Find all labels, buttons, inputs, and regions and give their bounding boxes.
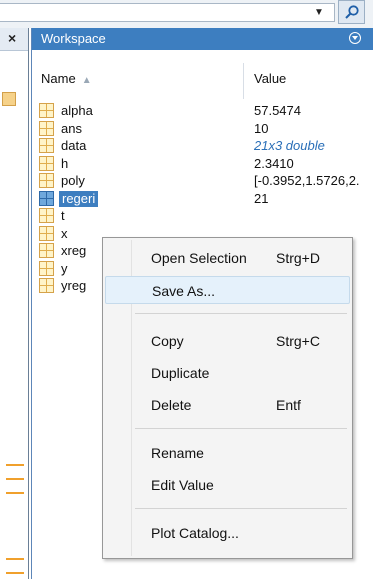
circle-chevron-down-icon[interactable] bbox=[349, 32, 361, 44]
variable-value: 57.5474 bbox=[254, 103, 301, 118]
menu-item-label: Rename bbox=[151, 445, 204, 461]
marker-line bbox=[6, 492, 24, 494]
menu-item-label: Save As... bbox=[152, 283, 216, 299]
table-row[interactable]: poly [-0.3952,1.5726,2. bbox=[32, 173, 373, 191]
variable-name: t bbox=[61, 208, 65, 223]
matrix-icon bbox=[39, 103, 54, 118]
variable-name: yreg bbox=[61, 278, 87, 293]
menu-item-plot-catalog[interactable]: Plot Catalog... bbox=[105, 519, 350, 547]
variable-name: ans bbox=[61, 120, 82, 136]
variable-name: h bbox=[61, 155, 69, 171]
marker-line bbox=[6, 478, 24, 480]
column-header-name[interactable]: Name ▲ bbox=[41, 71, 92, 86]
variable-value: 21x3 double bbox=[254, 138, 325, 153]
menu-item-label: Open Selection bbox=[151, 250, 247, 266]
menu-item-edit-value[interactable]: Edit Value bbox=[105, 471, 350, 499]
variable-name: y bbox=[61, 260, 68, 276]
table-row-selected[interactable]: regeri 21 bbox=[32, 190, 373, 209]
matrix-icon bbox=[39, 173, 54, 188]
marker-line bbox=[6, 572, 24, 574]
matrix-icon bbox=[39, 278, 54, 293]
search-button[interactable] bbox=[338, 0, 365, 24]
column-header-value[interactable]: Value bbox=[254, 71, 286, 86]
sort-ascending-icon: ▲ bbox=[81, 75, 92, 86]
table-header: Name ▲ Value bbox=[32, 63, 373, 99]
menu-item-open-selection[interactable]: Open Selection Strg+D bbox=[105, 244, 350, 272]
variable-value: [-0.3952,1.5726,2. bbox=[254, 173, 360, 188]
variable-name: poly bbox=[61, 173, 85, 188]
menu-item-label: Duplicate bbox=[151, 365, 210, 381]
menu-item-label: Plot Catalog... bbox=[151, 525, 239, 541]
table-row[interactable]: alpha 57.5474 bbox=[32, 103, 373, 121]
left-panel-header: × bbox=[0, 28, 28, 51]
menu-separator bbox=[135, 508, 347, 509]
variable-name: data bbox=[61, 138, 87, 153]
variable-name: x bbox=[61, 225, 68, 241]
variable-value: 2.3410 bbox=[254, 155, 294, 171]
marker-line bbox=[6, 558, 24, 560]
marker-line bbox=[6, 464, 24, 466]
workspace-title-bar: Workspace bbox=[32, 28, 373, 50]
magnifier-icon bbox=[345, 5, 359, 19]
matrix-icon bbox=[39, 138, 54, 153]
search-field[interactable] bbox=[0, 3, 335, 22]
menu-item-label: Delete bbox=[151, 397, 192, 413]
variable-name: regeri bbox=[59, 190, 99, 207]
matrix-icon bbox=[39, 208, 54, 223]
variable-name: xreg bbox=[61, 243, 87, 258]
toolbar: ▼ bbox=[0, 0, 373, 28]
panel-title: Workspace bbox=[41, 31, 106, 46]
matrix-icon bbox=[39, 260, 54, 276]
table-row[interactable]: h 2.3410 bbox=[32, 155, 373, 174]
table-row[interactable]: ans 10 bbox=[32, 120, 373, 139]
menu-item-rename[interactable]: Rename bbox=[105, 439, 350, 467]
menu-separator bbox=[135, 428, 347, 429]
menu-item-label: Edit Value bbox=[151, 477, 214, 493]
matrix-icon bbox=[39, 243, 54, 258]
variable-name: alpha bbox=[61, 103, 93, 118]
menu-item-shortcut: Strg+D bbox=[276, 250, 320, 266]
matrix-icon bbox=[39, 120, 54, 136]
menu-item-delete[interactable]: Delete Entf bbox=[105, 391, 350, 419]
column-divider[interactable] bbox=[243, 63, 244, 99]
matrix-icon bbox=[39, 225, 54, 241]
chevron-down-icon[interactable]: ▼ bbox=[312, 6, 326, 20]
scroll-marker-icon[interactable] bbox=[2, 92, 16, 106]
variable-value: 21 bbox=[254, 190, 269, 206]
matrix-icon bbox=[39, 155, 54, 171]
variable-value: 10 bbox=[254, 120, 269, 136]
menu-item-shortcut: Entf bbox=[276, 397, 301, 413]
menu-item-duplicate[interactable]: Duplicate bbox=[105, 359, 350, 387]
menu-item-save-as[interactable]: Save As... bbox=[105, 276, 350, 304]
menu-item-copy[interactable]: Copy Strg+C bbox=[105, 327, 350, 355]
menu-item-label: Copy bbox=[151, 333, 184, 349]
close-icon[interactable]: × bbox=[8, 30, 16, 46]
table-row[interactable]: t bbox=[32, 208, 373, 226]
menu-item-shortcut: Strg+C bbox=[276, 333, 320, 349]
matrix-icon bbox=[39, 190, 54, 206]
table-row[interactable]: data 21x3 double bbox=[32, 138, 373, 156]
left-panel: × bbox=[0, 28, 29, 579]
context-menu: Open Selection Strg+D Save As... Copy St… bbox=[102, 237, 353, 559]
menu-separator bbox=[135, 313, 347, 314]
